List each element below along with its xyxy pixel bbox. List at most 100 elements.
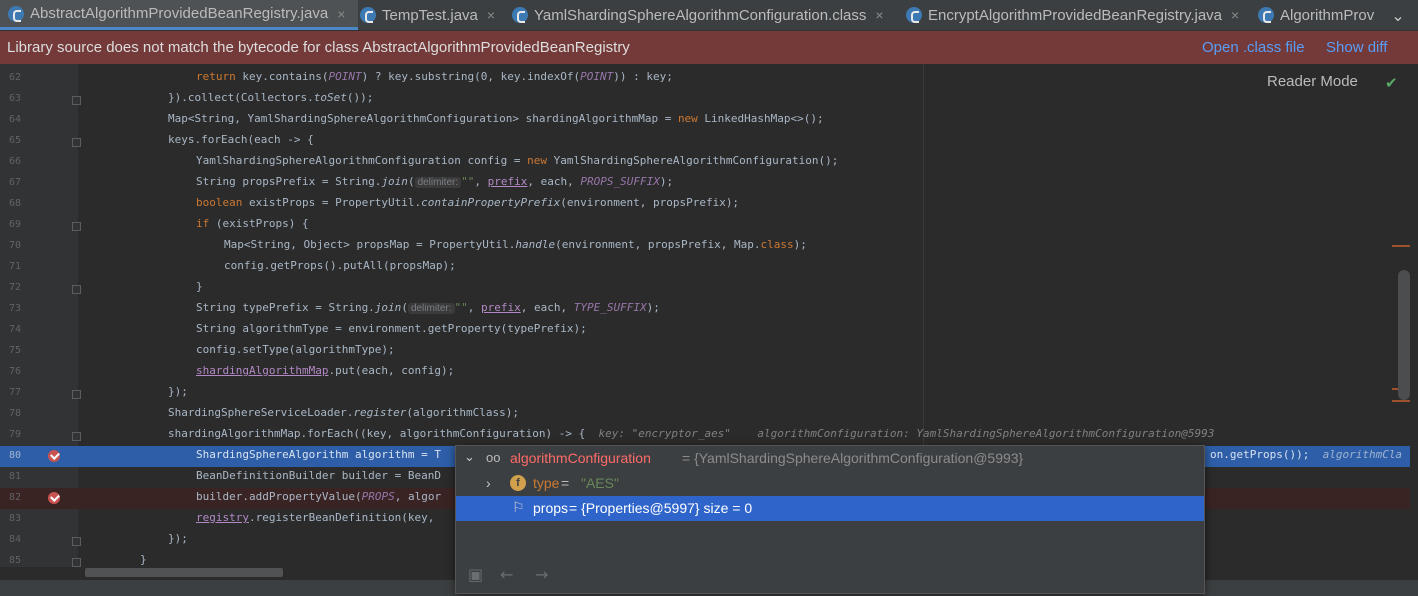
fold-icon[interactable] <box>72 285 81 294</box>
reader-mode-toggle[interactable]: Reader Mode <box>1267 73 1358 90</box>
inline-debug-values: algorithmCla <box>1309 448 1403 461</box>
tab-yaml-config[interactable]: YamlShardingSphereAlgorithmConfiguration… <box>512 0 902 30</box>
tree-node-root[interactable]: ⌄ oo algorithmConfiguration = {YamlShard… <box>456 446 1204 471</box>
parameter-hint: delimiter: <box>414 177 462 188</box>
code-line: 75 config.setType(algorithmType); <box>0 341 1410 362</box>
tab-encrypt-registry[interactable]: EncryptAlgorithmProvidedBeanRegistry.jav… <box>906 0 1256 30</box>
code-text: return key.contains(POINT) ? key.substri… <box>196 70 673 83</box>
tab-label: AbstractAlgorithmProvidedBeanRegistry.ja… <box>30 5 329 22</box>
editor-tab-bar: AbstractAlgorithmProvidedBeanRegistry.ja… <box>0 0 1418 31</box>
code-line: 62 return key.contains(POINT) ? key.subs… <box>0 68 1410 89</box>
code-text: registry.registerBeanDefinition(key, <box>196 511 435 524</box>
code-text: if (existProps) { <box>196 217 309 230</box>
field-value: = {Properties@5997} size = 0 <box>569 500 753 516</box>
code-text: keys.forEach(each -> { <box>168 133 314 146</box>
fold-icon[interactable] <box>72 432 81 441</box>
vertical-scrollbar[interactable] <box>1398 270 1410 400</box>
line-number: 62 <box>8 72 21 83</box>
line-number: 74 <box>8 324 21 335</box>
inline-debug-values: key: "encryptor_aes" algorithmConfigurat… <box>585 427 1215 440</box>
breakpoint-icon[interactable] <box>48 450 60 462</box>
line-number: 78 <box>8 408 21 419</box>
close-icon[interactable]: × <box>487 7 495 23</box>
code-text: } <box>196 280 203 293</box>
fold-icon[interactable] <box>72 558 81 567</box>
code-text: config.setType(algorithmType); <box>196 343 395 356</box>
code-text: shardingAlgorithmMap.forEach((key, algor… <box>168 427 1215 440</box>
banner-message: Library source does not match the byteco… <box>7 39 630 56</box>
code-text: String propsPrefix = String.join(delimit… <box>196 175 674 188</box>
class-icon <box>8 5 24 22</box>
watch-glasses-icon: oo <box>486 450 501 465</box>
code-text: BeanDefinitionBuilder builder = BeanD <box>196 469 442 482</box>
line-number: 75 <box>8 345 21 356</box>
line-number: 73 <box>8 303 21 314</box>
fold-icon[interactable] <box>72 96 81 105</box>
close-icon[interactable]: × <box>1231 7 1239 23</box>
fold-icon[interactable] <box>72 537 81 546</box>
line-number: 76 <box>8 366 21 377</box>
code-text: String typePrefix = String.join(delimite… <box>196 301 660 314</box>
code-text: } <box>140 553 147 566</box>
show-diff-link[interactable]: Show diff <box>1326 39 1387 56</box>
tree-node-props[interactable]: ⚐ props = {Properties@5997} size = 0 <box>456 496 1204 521</box>
horizontal-scrollbar[interactable] <box>85 568 283 577</box>
fold-icon[interactable] <box>72 222 81 231</box>
code-text: }); <box>168 532 188 545</box>
code-text: config.getProps().putAll(propsMap); <box>224 259 456 272</box>
fold-icon[interactable] <box>72 138 81 147</box>
code-line: 71 config.getProps().putAll(propsMap); <box>0 257 1410 278</box>
source-mismatch-banner: Library source does not match the byteco… <box>0 31 1418 64</box>
code-text: }).collect(Collectors.toSet()); <box>168 91 374 104</box>
close-icon[interactable]: × <box>337 6 345 22</box>
fold-icon[interactable] <box>72 390 81 399</box>
line-number: 65 <box>8 135 21 146</box>
tree-node-type[interactable]: › f type = "AES" <box>456 471 1204 496</box>
chevron-down-icon[interactable]: ⌄ <box>464 449 475 465</box>
code-line: 70 Map<String, Object> propsMap = Proper… <box>0 236 1410 257</box>
tab-temptest[interactable]: TempTest.java × <box>360 0 510 30</box>
forward-arrow-icon[interactable]: → <box>535 565 548 584</box>
line-number: 66 <box>8 156 21 167</box>
flag-icon: ⚐ <box>512 499 525 515</box>
error-stripe-mark[interactable] <box>1392 400 1410 402</box>
code-line: 68 boolean existProps = PropertyUtil.con… <box>0 194 1410 215</box>
field-name: type <box>533 475 560 491</box>
code-text: Map<String, YamlShardingSphereAlgorithmC… <box>168 112 824 125</box>
class-icon <box>512 7 528 23</box>
tab-label: YamlShardingSphereAlgorithmConfiguration… <box>534 6 867 24</box>
line-number: 68 <box>8 198 21 209</box>
code-line: 73 String typePrefix = String.join(delim… <box>0 299 1410 320</box>
code-text: YamlShardingSphereAlgorithmConfiguration… <box>196 154 839 167</box>
line-number: 69 <box>8 219 21 230</box>
code-line: 76 shardingAlgorithmMap.put(each, config… <box>0 362 1410 383</box>
field-name: props <box>533 500 569 516</box>
back-arrow-icon[interactable]: ← <box>500 565 513 584</box>
class-icon <box>906 7 922 23</box>
line-number: 77 <box>8 387 21 398</box>
code-line: 67 String propsPrefix = String.join(deli… <box>0 173 1410 194</box>
line-number: 80 <box>8 450 21 461</box>
open-class-file-link[interactable]: Open .class file <box>1202 39 1305 56</box>
tab-abstract-algorithm[interactable]: AbstractAlgorithmProvidedBeanRegistry.ja… <box>0 0 358 30</box>
code-line: 72 } <box>0 278 1410 299</box>
close-icon[interactable]: × <box>875 7 883 23</box>
code-text: ShardingSphereServiceLoader.register(alg… <box>168 406 520 419</box>
class-icon <box>360 7 376 23</box>
tab-label: AlgorithmProv <box>1280 6 1375 24</box>
tab-label: TempTest.java <box>382 6 478 24</box>
tab-algorithm-prov[interactable]: AlgorithmProv <box>1258 0 1378 30</box>
line-number: 83 <box>8 513 21 524</box>
line-number: 63 <box>8 93 21 104</box>
line-number: 67 <box>8 177 21 188</box>
watch-icon[interactable]: ▣ <box>468 565 483 584</box>
chevron-right-icon[interactable]: › <box>486 475 491 491</box>
code-text-tail: on.getProps()); algorithmCla <box>1210 448 1403 461</box>
code-line: 78 ShardingSphereServiceLoader.register(… <box>0 404 1410 425</box>
error-stripe-mark[interactable] <box>1392 245 1410 247</box>
code-line: 65 keys.forEach(each -> { <box>0 131 1410 152</box>
breakpoint-icon[interactable] <box>48 492 60 504</box>
code-text: boolean existProps = PropertyUtil.contai… <box>196 196 740 209</box>
line-number: 84 <box>8 534 21 545</box>
chevron-down-icon[interactable]: ⌄ <box>1378 0 1418 30</box>
